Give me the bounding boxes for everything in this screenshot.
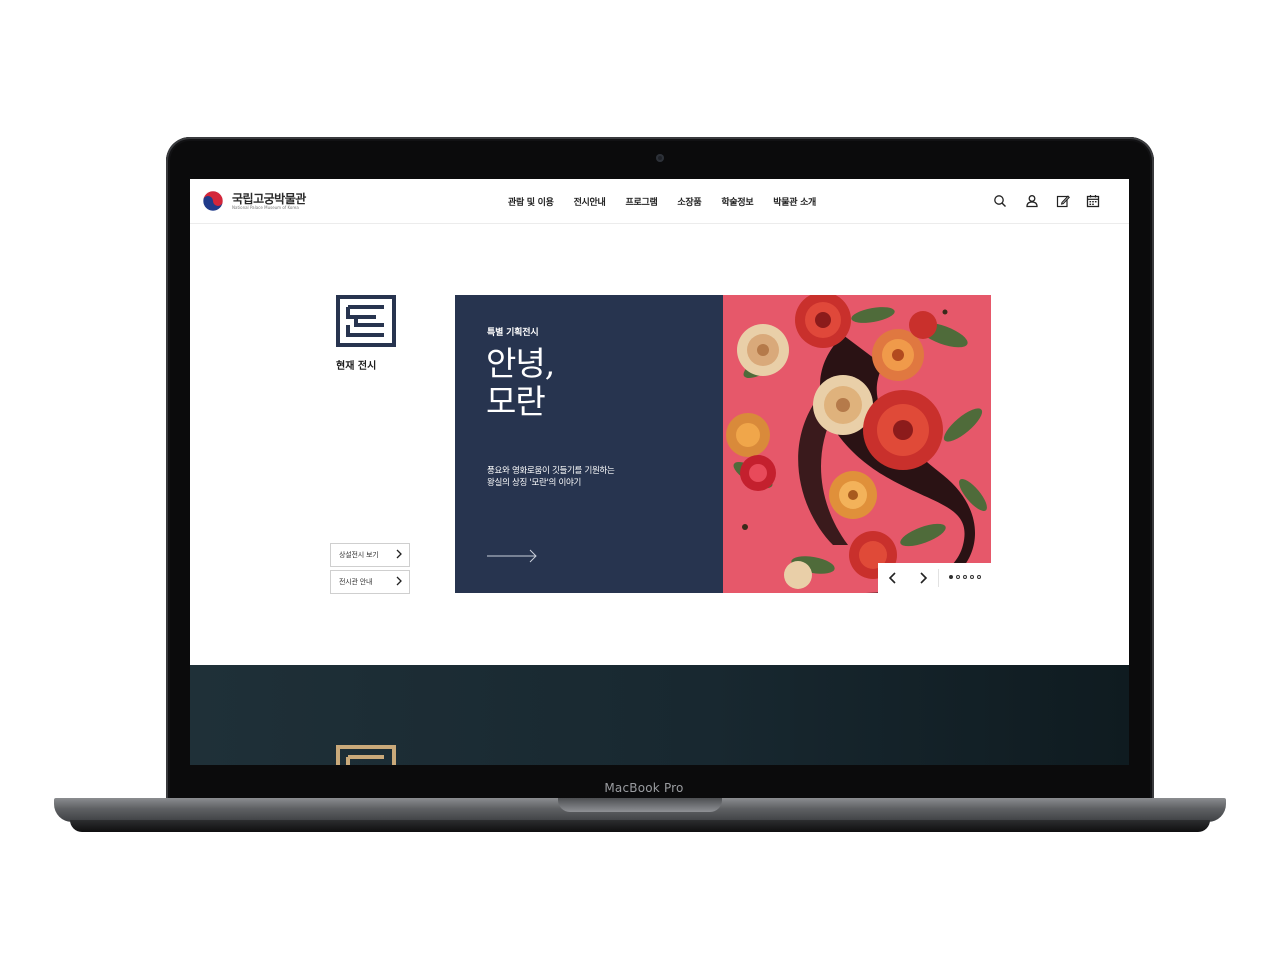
user-icon[interactable] [1025, 194, 1039, 208]
search-icon[interactable] [993, 194, 1007, 208]
slider-controls [878, 563, 991, 593]
slide-dot-4[interactable] [970, 575, 974, 579]
permanent-exhibition-button[interactable]: 상설전시 보기 [330, 543, 410, 567]
device-label: MacBook Pro [604, 781, 684, 795]
hero-description: 풍요와 영화로움이 깃들기를 기원하는 왕실의 상징 '모란'의 이야기 [487, 466, 615, 488]
menu-item-programs[interactable]: 프로그램 [626, 195, 658, 208]
arrow-right-icon[interactable] [487, 547, 539, 565]
chevron-right-icon [920, 572, 928, 584]
hero-peony-image [723, 295, 991, 593]
header: 국립고궁박물관 National Palace Museum of Korea … [190, 179, 1129, 224]
section-title: 현재 전시 [336, 361, 377, 372]
browser-screen: 국립고궁박물관 National Palace Museum of Korea … [190, 179, 1129, 765]
chevron-left-icon [888, 572, 896, 584]
menu-item-exhibitions[interactable]: 전시안내 [574, 195, 606, 208]
slide-dot-1[interactable] [949, 575, 953, 579]
hero-text-panel[interactable]: 특별 기획전시 안녕, 모란 풍요와 영화로움이 깃들기를 기원하는 왕실의 상… [455, 295, 723, 593]
taegeuk-logo-icon[interactable] [202, 190, 224, 212]
gallery-guide-button[interactable]: 전시관 안내 [330, 570, 410, 594]
slide-dot-2[interactable] [956, 575, 960, 579]
exhibition-symbol-gold-icon [336, 745, 396, 765]
menu-item-collection[interactable]: 소장품 [677, 195, 701, 208]
hero-title: 안녕, 모란 [486, 344, 555, 421]
permanent-exhibition-label: 상설전시 보기 [339, 551, 379, 559]
menu-item-about[interactable]: 박물관 소개 [773, 195, 816, 208]
edit-icon[interactable] [1056, 194, 1070, 208]
next-slide-button[interactable] [908, 563, 938, 593]
prev-slide-button[interactable] [878, 563, 908, 593]
peony-illustration [723, 295, 991, 593]
menu-item-research[interactable]: 학술정보 [721, 195, 753, 208]
laptop-base-lip [70, 820, 1210, 832]
slide-pagination [949, 575, 981, 579]
menu-item-visit[interactable]: 관람 및 이용 [508, 195, 554, 208]
chevron-right-icon [396, 576, 402, 586]
slider-divider [938, 569, 939, 587]
logo-subtitle: National Palace Museum of Korea [232, 205, 299, 210]
camera [656, 154, 664, 162]
exhibition-symbol-icon [336, 295, 396, 347]
dark-section-band [190, 665, 1129, 765]
gallery-guide-label: 전시관 안내 [339, 578, 373, 586]
slide-dot-5[interactable] [977, 575, 981, 579]
slide-dot-3[interactable] [963, 575, 967, 579]
laptop-notch [558, 798, 722, 812]
chevron-right-icon [396, 549, 402, 559]
hero-kicker: 특별 기획전시 [487, 328, 539, 338]
calendar-icon[interactable] [1086, 194, 1100, 208]
main-menu: 관람 및 이용 전시안내 프로그램 소장품 학술정보 박물관 소개 [508, 195, 836, 208]
